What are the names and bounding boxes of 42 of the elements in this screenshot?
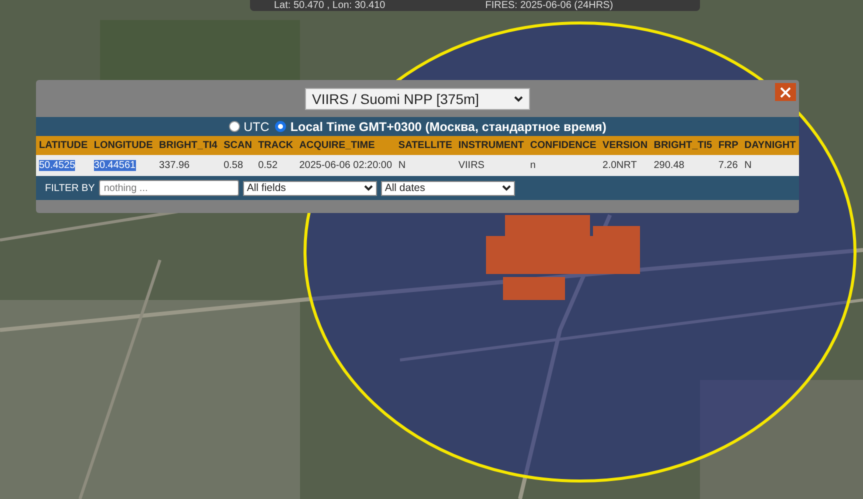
column-header[interactable]: CONFIDENCE [527, 136, 600, 155]
radio-button[interactable] [228, 121, 240, 132]
radio-button[interactable] [275, 121, 286, 132]
table-cell: N [398, 160, 406, 171]
source-select[interactable]: VIIRS / Suomi NPP [375m] [305, 88, 530, 110]
table-cell: VIIRS [458, 160, 484, 171]
table-cell: 0.58 [224, 160, 244, 171]
date-select[interactable]: All dates [380, 180, 515, 196]
caret-icon [502, 185, 511, 191]
table-cell: 0.52 [258, 160, 278, 171]
coordinates-text: Lat: 50.470 , Lon: 30.410 [274, 0, 386, 11]
column-header[interactable]: LONGITUDE [90, 136, 156, 155]
table-cell: 290.48 [654, 160, 684, 171]
column-header[interactable]: LATITUDE [36, 136, 91, 155]
table-cell: 30.44561 [94, 160, 136, 171]
column-header[interactable]: FRP [715, 136, 742, 155]
column-header[interactable]: SCAN [220, 136, 256, 155]
close-button[interactable] [775, 83, 796, 101]
caret-icon [364, 185, 373, 191]
time-zone-option[interactable]: UTC [228, 120, 270, 134]
table-cell: 337.96 [159, 160, 190, 171]
fires-date-text: FIRES: 2025-06-06 (24HRS) [485, 0, 614, 11]
table-cell: 2.0NRT [602, 160, 637, 171]
table-cell: 50.4525 [39, 160, 76, 171]
filter-label: FILTER BY [45, 182, 95, 194]
field-select[interactable]: All fields [242, 180, 377, 196]
table-cell: N [744, 160, 752, 171]
close-icon [780, 86, 791, 98]
column-header[interactable]: TRACK [255, 136, 296, 155]
time-zone-option[interactable]: Local Time GMT+0300 (Москва, стандартное время) [275, 120, 606, 134]
table-cell: 2025-06-06 02:20:00 [299, 160, 392, 171]
table-cell: 7.26 [718, 160, 738, 171]
caret-icon [514, 96, 523, 102]
column-header[interactable]: BRIGHT_TI4 [156, 136, 221, 155]
column-header[interactable]: INSTRUMENT [455, 136, 528, 155]
column-header[interactable]: BRIGHT_TI5 [650, 136, 716, 155]
table-cell: n [530, 160, 536, 171]
column-header[interactable]: ACQUIRE_TIME [296, 136, 396, 155]
column-header[interactable]: VERSION [600, 136, 651, 155]
column-header[interactable]: SATELLITE [395, 136, 456, 155]
column-header[interactable]: DAYNIGHT [741, 136, 799, 155]
filter-input[interactable]: nothing ... [98, 180, 239, 196]
